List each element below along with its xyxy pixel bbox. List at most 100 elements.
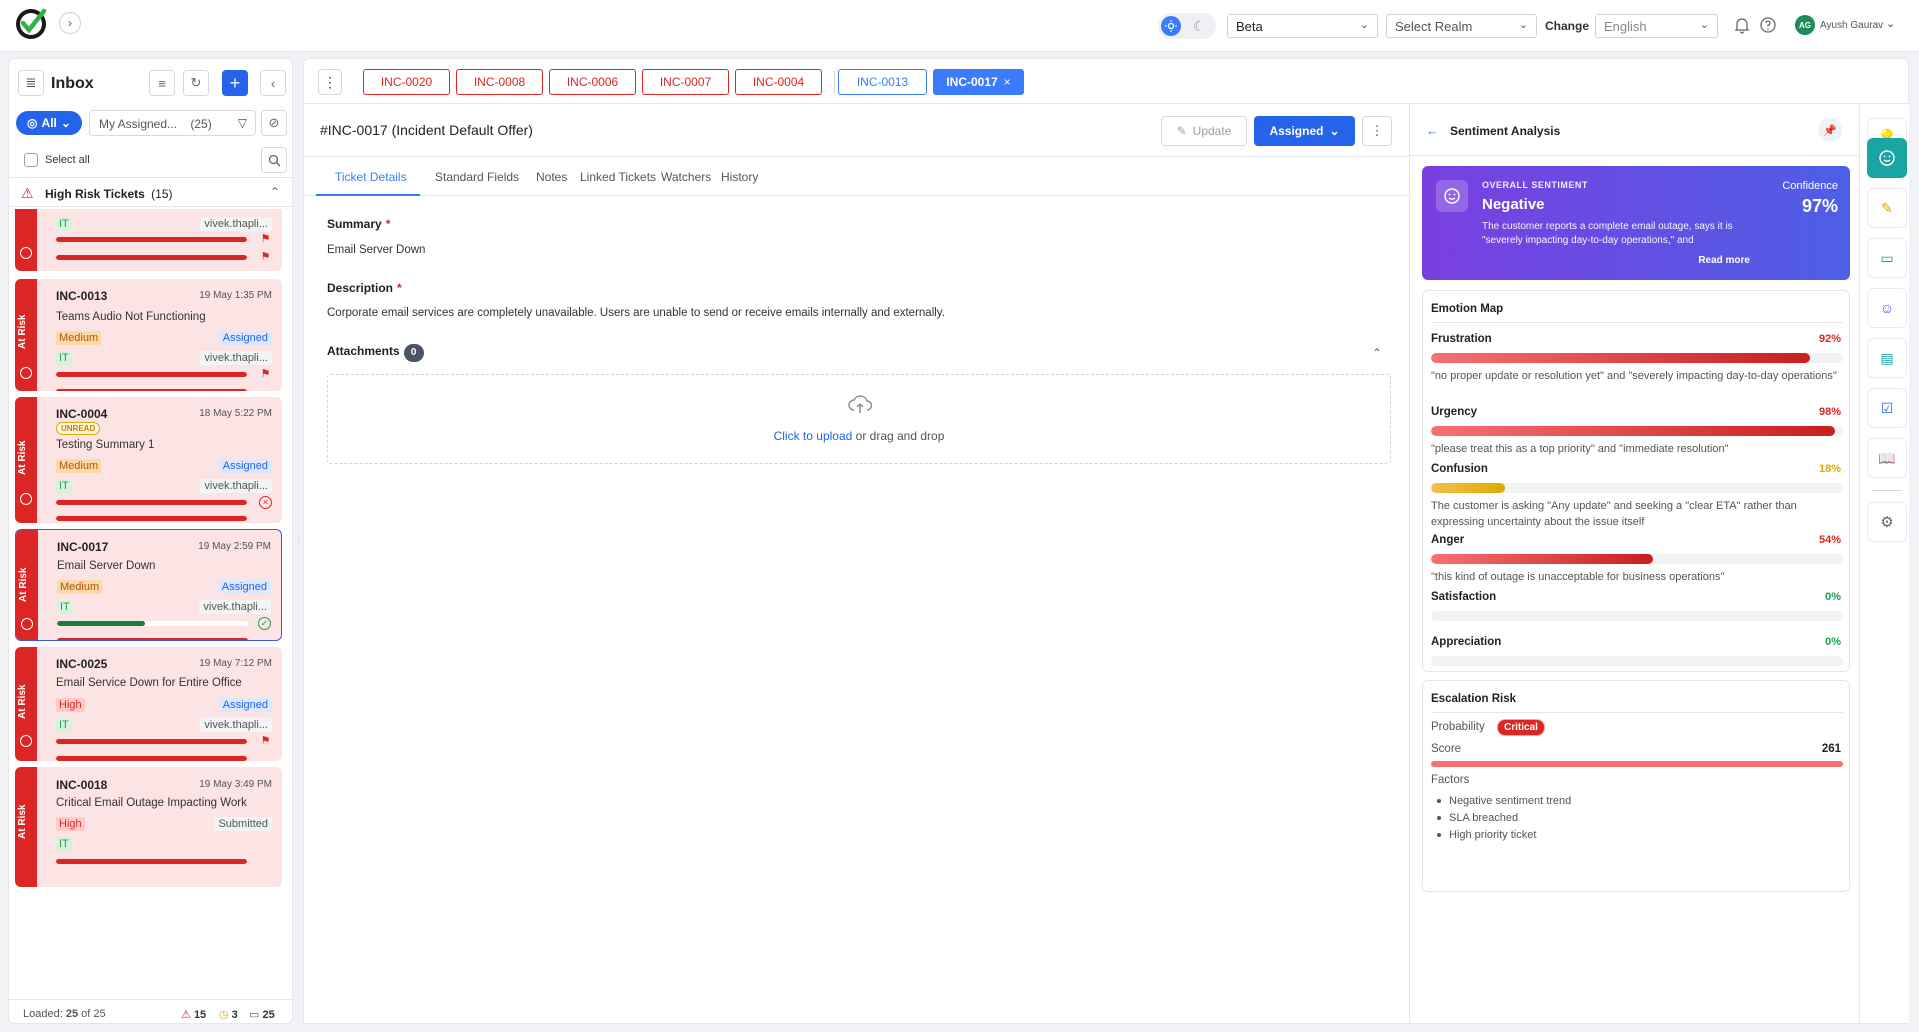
dept-badge: IT — [56, 479, 72, 493]
app-logo-icon[interactable] — [14, 6, 48, 40]
search-button[interactable] — [261, 147, 287, 173]
risk-icon — [21, 618, 33, 630]
check-circle-icon: ✓ — [258, 617, 271, 630]
ticket-tab[interactable]: INC-0007 — [642, 69, 729, 95]
ticket-card[interactable]: At Risk INC-0004 18 May 5:22 PM UNREAD T… — [15, 397, 282, 523]
change-label: Change — [1545, 19, 1590, 33]
page-title: #INC-0017 (Incident Default Offer) — [320, 122, 533, 138]
read-more-link[interactable]: Read more — [1698, 255, 1750, 266]
sort-button[interactable]: ≡ — [149, 70, 175, 96]
panel-resize-handle[interactable]: ⋮ — [295, 535, 303, 549]
search-icon — [268, 154, 280, 166]
high-risk-group-header[interactable]: ⚠ High Risk Tickets (15) ⌃ — [9, 177, 292, 207]
realm-select[interactable]: Select Realm ⌄ — [1386, 14, 1537, 38]
tasks-button[interactable]: ☑ — [1867, 388, 1907, 428]
assigned-filter-select[interactable]: My Assigned... (25) ▽ — [89, 110, 256, 136]
emotion-name: Satisfaction — [1431, 591, 1497, 603]
ticket-tab-active[interactable]: INC-0017 × — [933, 69, 1024, 95]
summary-button[interactable]: ✎ — [1867, 188, 1907, 228]
status-badge: Submitted — [214, 817, 272, 831]
escalation-title: Escalation Risk — [1431, 693, 1517, 705]
pin-button[interactable]: 📌 — [1818, 118, 1842, 142]
language-select[interactable]: English ⌄ — [1595, 14, 1718, 38]
tab-ticket-details[interactable]: Ticket Details — [335, 170, 407, 184]
more-tabs-button[interactable]: ⋮ — [318, 69, 342, 95]
filter-all-button[interactable]: ◎ All ⌄ — [16, 111, 82, 135]
menu-button[interactable]: ≣ — [18, 70, 44, 96]
probability-badge: Critical — [1497, 719, 1545, 736]
summary-value[interactable]: Email Server Down — [327, 244, 425, 256]
ticket-tab[interactable]: INC-0020 — [363, 69, 450, 95]
refresh-button[interactable]: ↻ — [183, 70, 209, 96]
emotion-name: Frustration — [1431, 333, 1492, 345]
update-button[interactable]: ✎ Update — [1161, 116, 1247, 146]
avatar[interactable]: AG — [1795, 15, 1815, 35]
confidence-value: 97% — [1801, 196, 1838, 216]
tab-notes[interactable]: Notes — [536, 170, 567, 184]
reply-button[interactable]: ▭ — [1867, 238, 1907, 278]
group-count: (15) — [151, 187, 173, 201]
user-name[interactable]: Ayush Gaurav — [1820, 20, 1883, 31]
expand-sidebar-button[interactable]: › — [59, 12, 81, 34]
ticket-card[interactable]: At Risk INC-0025 19 May 7:12 PM Email Se… — [15, 647, 282, 761]
select-all-checkbox[interactable] — [24, 153, 38, 167]
assistant-button[interactable]: ☺ — [1867, 288, 1907, 328]
tab-linked-tickets[interactable]: Linked Tickets — [580, 170, 656, 184]
sun-icon[interactable] — [1161, 16, 1181, 36]
chevron-down-icon: ⌄ — [1699, 19, 1709, 31]
risk-icon — [20, 493, 32, 505]
moon-icon[interactable]: ☾ — [1193, 18, 1209, 34]
ticket-tabs-bar: ⋮ INC-0020 INC-0008 INC-0006 INC-0007 IN… — [303, 58, 1909, 104]
knowledge-button[interactable]: 📖 — [1867, 438, 1907, 478]
ticket-tab[interactable]: INC-0008 — [456, 69, 543, 95]
globe-icon: ◎ — [27, 116, 38, 130]
chevron-up-icon[interactable]: ⌃ — [1372, 346, 1382, 360]
ticket-id: INC-0004 — [56, 407, 108, 421]
emotion-name: Urgency — [1431, 406, 1478, 418]
environment-select[interactable]: Beta ⌄ — [1227, 14, 1378, 38]
help-icon[interactable] — [1759, 16, 1777, 34]
sentiment-button[interactable] — [1867, 138, 1907, 178]
settings-button[interactable]: ⚙ — [1867, 502, 1907, 542]
ticket-card[interactable]: At Risk INC-0018 19 May 3:49 PM Critical… — [15, 767, 282, 887]
tab-watchers[interactable]: Watchers — [661, 170, 711, 184]
response-progress-bar — [57, 621, 248, 626]
clear-filter-button[interactable]: ⊘ — [261, 110, 287, 136]
collapse-inbox-button[interactable]: ‹ — [260, 70, 286, 96]
gear-icon: ⚙ — [1880, 514, 1894, 531]
ticket-card-selected[interactable]: At Risk INC-0017 19 May 2:59 PM Email Se… — [15, 529, 282, 641]
description-value[interactable]: Corporate email services are completely … — [327, 307, 945, 319]
ticket-tab[interactable]: INC-0004 — [735, 69, 822, 95]
upload-dropzone[interactable]: Click to upload or drag and drop — [327, 374, 1391, 464]
upload-link[interactable]: Click to upload — [774, 429, 853, 443]
chevron-right-icon: › — [68, 16, 72, 30]
ticket-button[interactable]: ▤ — [1867, 338, 1907, 378]
folder-icon: ▭ — [249, 1009, 260, 1021]
emotion-bar — [1431, 656, 1843, 666]
ticket-tab[interactable]: INC-0013 — [838, 69, 927, 95]
cloud-upload-icon — [848, 395, 873, 413]
chevron-down-icon[interactable]: ⌄ — [1886, 17, 1895, 30]
chevron-down-icon: ⌄ — [60, 116, 71, 130]
emotion-bar — [1431, 353, 1843, 363]
close-icon[interactable]: × — [1004, 75, 1011, 89]
bell-icon[interactable] — [1733, 16, 1751, 34]
tab-history[interactable]: History — [721, 170, 758, 184]
status-dropdown-button[interactable]: Assigned ⌄ — [1254, 116, 1355, 146]
right-tool-rail: 💡 ✎ ▭ ☺ ▤ ☑ 📖 ⚙ — [1859, 104, 1909, 1024]
status-badge: Assigned — [218, 331, 272, 345]
chevron-up-icon[interactable]: ⌃ — [270, 185, 280, 199]
attachments-label: Attachments 0 — [327, 344, 424, 362]
ticket-card[interactable]: IT vivek.thapli... ⚑ ⚑ — [15, 209, 282, 271]
ticket-tab[interactable]: INC-0006 — [549, 69, 636, 95]
back-arrow-icon[interactable]: ← — [1426, 123, 1439, 138]
more-actions-button[interactable]: ⋮ — [1362, 116, 1392, 146]
theme-toggle[interactable]: ☾ — [1158, 13, 1216, 39]
sla-progress-bar — [56, 739, 247, 744]
ticket-card[interactable]: At Risk INC-0013 19 May 1:35 PM Teams Au… — [15, 279, 282, 391]
priority-badge: Medium — [57, 580, 103, 594]
select-all-row: Select all — [9, 145, 292, 173]
group-label: High Risk Tickets — [45, 187, 145, 201]
add-ticket-button[interactable]: + — [222, 70, 248, 96]
tab-standard-fields[interactable]: Standard Fields — [435, 170, 519, 184]
